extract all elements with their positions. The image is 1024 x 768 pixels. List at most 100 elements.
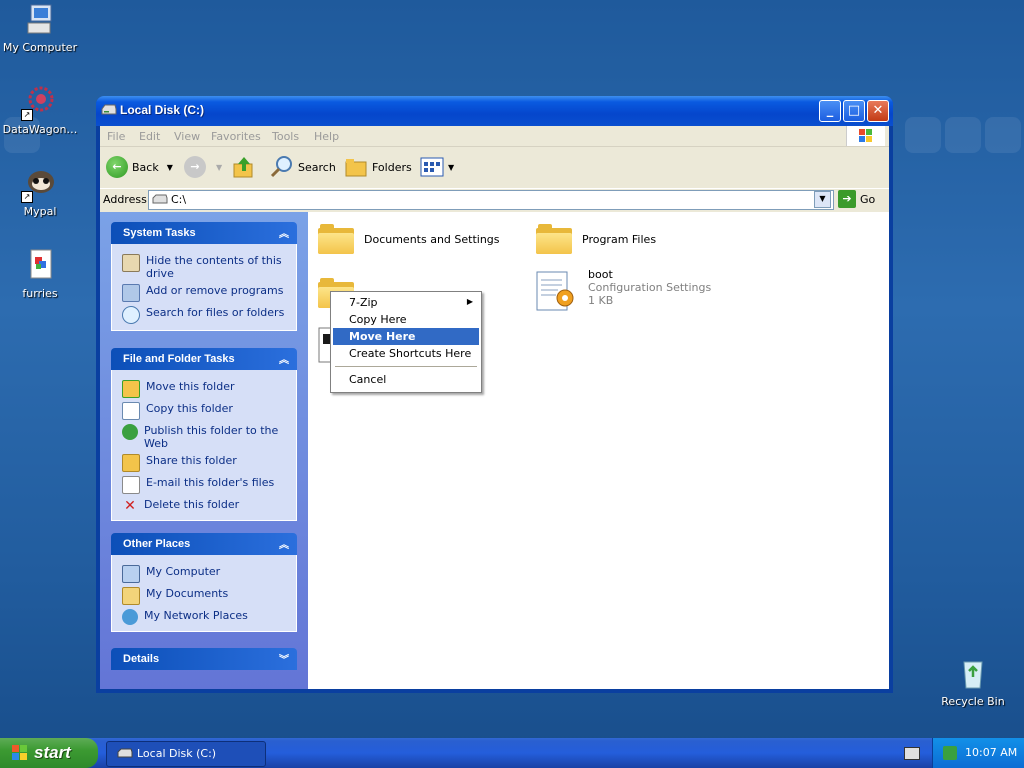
dropdown-arrow-icon[interactable]: ▼ — [167, 163, 173, 172]
start-button[interactable]: start — [0, 738, 98, 768]
shortcut-arrow-icon: ↗ — [21, 109, 33, 121]
go-label: Go — [860, 192, 876, 206]
task-label: Add or remove programs — [146, 284, 284, 297]
expand-chevron-icon[interactable]: ︾ — [279, 651, 289, 666]
menu-separator — [335, 366, 477, 367]
globe-icon — [122, 424, 138, 440]
folder-icon — [536, 224, 572, 254]
taskbar-item-label: Local Disk (C:) — [137, 747, 217, 760]
menu-item-copy-here[interactable]: Copy Here — [333, 311, 479, 328]
search-button[interactable]: Search — [270, 154, 336, 180]
task-label: Search for files or folders — [146, 306, 285, 319]
details-panel: Details ︾ — [111, 648, 297, 670]
other-places-header[interactable]: Other Places ︽ — [111, 533, 297, 555]
task-share-folder[interactable]: Share this folder — [112, 452, 296, 474]
back-label: Back — [132, 160, 159, 174]
address-input[interactable]: C:\ — [148, 190, 834, 210]
folders-button[interactable]: Folders — [344, 154, 412, 180]
maximize-button[interactable]: □ — [843, 100, 865, 122]
address-value: C:\ — [171, 193, 187, 206]
hide-contents-icon — [122, 254, 140, 272]
desktop-icon-label: My Computer — [2, 41, 78, 54]
place-label: My Documents — [146, 587, 229, 600]
panel-title: System Tasks — [123, 227, 196, 239]
desktop-icon-mypal[interactable]: ↗ Mypal — [0, 167, 80, 218]
system-tasks-header[interactable]: System Tasks ︽ — [111, 222, 297, 244]
forward-arrow-icon: → — [184, 156, 206, 178]
folder-item[interactable]: Program Files — [536, 224, 656, 254]
details-header[interactable]: Details ︾ — [111, 648, 297, 670]
add-remove-programs-icon — [122, 284, 140, 302]
up-folder-icon — [233, 157, 253, 178]
menu-item-move-here[interactable]: Move Here — [333, 328, 479, 345]
desktop-icon-my-computer[interactable]: My Computer — [0, 3, 80, 54]
place-my-computer[interactable]: My Computer — [112, 563, 296, 585]
explorer-window: Local Disk (C:) _ □ ✕ File Edit View Fav… — [96, 96, 893, 693]
menu-item-7zip[interactable]: 7-Zip — [333, 294, 479, 311]
network-tray-icon[interactable] — [943, 746, 957, 760]
close-button[interactable]: ✕ — [867, 100, 889, 122]
desktop-icon-label: furries — [22, 287, 58, 300]
datawagon-shortcut-icon: ↗ — [21, 85, 57, 121]
menu-view[interactable]: View — [174, 130, 200, 143]
address-dropdown-icon[interactable]: ▼ — [814, 191, 831, 208]
collapse-chevron-icon[interactable]: ︽ — [279, 225, 289, 240]
desktop-icon-label: Mypal — [23, 205, 57, 218]
task-search-files[interactable]: Search for files or folders — [112, 304, 296, 326]
desktop-icon-furries[interactable]: furries — [0, 249, 80, 300]
clock[interactable]: 10:07 AM — [965, 746, 1017, 759]
file-folder-tasks-header[interactable]: File and Folder Tasks ︽ — [111, 348, 297, 370]
views-button[interactable]: ▼ — [420, 154, 454, 180]
minimize-button[interactable]: _ — [819, 100, 841, 122]
taskbar-item-local-disk[interactable]: Local Disk (C:) — [106, 741, 266, 767]
collapse-chevron-icon[interactable]: ︽ — [279, 351, 289, 366]
task-hide-drive-contents[interactable]: Hide the contents of this drive — [112, 252, 296, 282]
task-add-remove-programs[interactable]: Add or remove programs — [112, 282, 296, 304]
search-icon — [270, 156, 292, 178]
collapse-chevron-icon[interactable]: ︽ — [279, 536, 289, 551]
go-button[interactable]: ➔ Go — [838, 190, 875, 208]
windows-flag-icon — [12, 745, 28, 761]
desktop-icon-recycle-bin[interactable]: Recycle Bin — [933, 657, 1013, 708]
forward-button[interactable]: → ▼ — [184, 154, 222, 180]
my-documents-icon — [122, 587, 140, 605]
up-folder-button[interactable] — [232, 154, 256, 180]
task-move-folder[interactable]: Move this folder — [112, 378, 296, 400]
keyboard-icon[interactable] — [904, 747, 920, 760]
email-icon — [122, 476, 140, 494]
menu-item-cancel[interactable]: Cancel — [333, 371, 479, 388]
task-delete-folder[interactable]: ✕ Delete this folder — [112, 496, 296, 516]
desktop-icon-datawagon[interactable]: ↗ DataWagon… — [0, 85, 80, 136]
folder-item[interactable]: Documents and Settings — [318, 224, 500, 254]
menu-edit[interactable]: Edit — [139, 130, 160, 143]
panel-title: Other Places — [123, 538, 191, 550]
task-label: Copy this folder — [146, 402, 233, 415]
folder-icon — [318, 224, 354, 254]
menu-favorites[interactable]: Favorites — [211, 130, 261, 143]
network-places-icon — [122, 609, 138, 625]
menu-item-create-shortcuts-here[interactable]: Create Shortcuts Here — [333, 345, 479, 362]
menu-file[interactable]: File — [107, 130, 125, 143]
file-name: Program Files — [582, 232, 657, 246]
back-button[interactable]: ← Back ▼ — [106, 154, 173, 180]
file-name: Documents and Settings — [364, 232, 500, 246]
place-my-documents[interactable]: My Documents — [112, 585, 296, 607]
move-folder-icon — [122, 380, 140, 398]
toolbar: ← Back ▼ → ▼ Search Folders ▼ — [100, 148, 889, 186]
menu-help[interactable]: Help — [314, 130, 339, 143]
place-label: My Computer — [146, 565, 221, 578]
place-my-network-places[interactable]: My Network Places — [112, 607, 296, 627]
recycle-bin-icon — [956, 657, 990, 691]
window-body: File Edit View Favorites Tools Help ← Ba… — [100, 126, 889, 689]
title-bar[interactable]: Local Disk (C:) _ □ ✕ — [96, 96, 893, 126]
search-icon — [122, 306, 140, 324]
drive-icon — [152, 194, 168, 204]
task-copy-folder[interactable]: Copy this folder — [112, 400, 296, 422]
desktop-icon-label: DataWagon… — [2, 123, 78, 136]
menu-tools[interactable]: Tools — [272, 130, 299, 143]
copy-folder-icon — [122, 402, 140, 420]
my-computer-icon — [23, 3, 57, 37]
task-publish-folder[interactable]: Publish this folder to the Web — [112, 422, 296, 452]
task-email-files[interactable]: E-mail this folder's files — [112, 474, 296, 496]
file-item-boot[interactable]: boot Configuration Settings 1 KB — [534, 268, 711, 316]
